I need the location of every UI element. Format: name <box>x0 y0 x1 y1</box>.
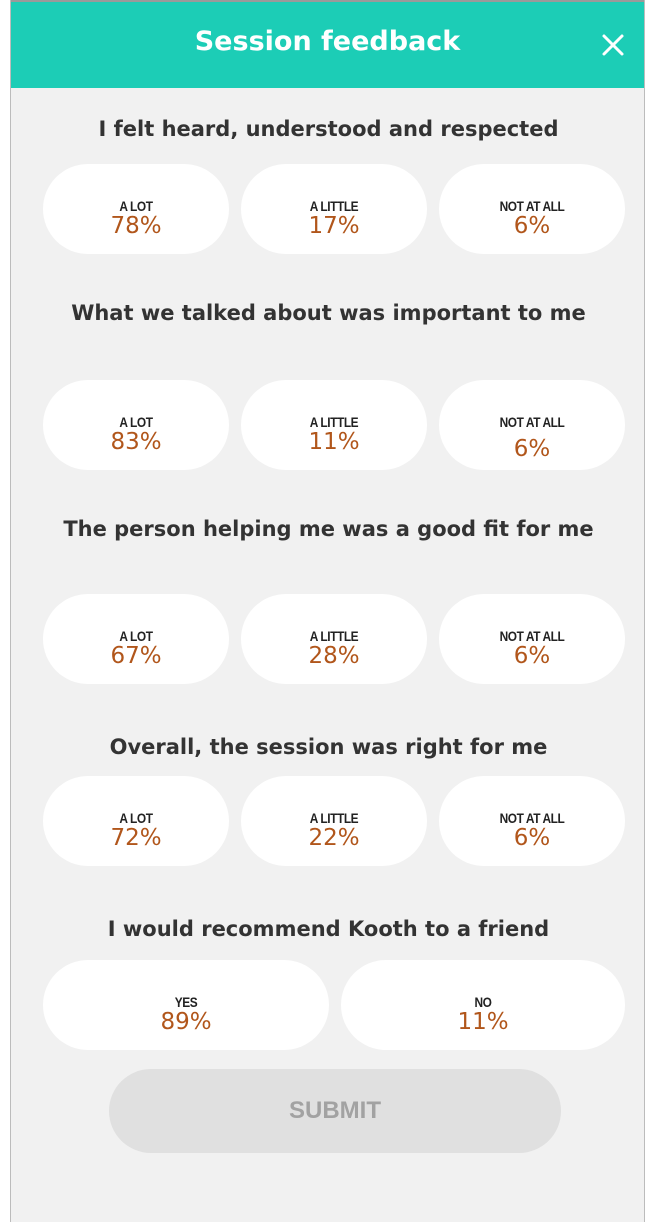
q2-option-a-little[interactable]: A LITTLE 11% <box>241 380 427 470</box>
option-label: NOT AT ALL <box>499 628 565 644</box>
question-5-text: I would recommend Kooth to a friend <box>107 917 550 941</box>
question-3-text: The person helping me was a good fit for… <box>63 517 594 541</box>
q2-option-a-lot[interactable]: A LOT 83% <box>43 380 229 470</box>
option-percent: 6% <box>513 436 551 462</box>
option-label: NOT AT ALL <box>499 414 565 430</box>
q1-option-a-little[interactable]: A LITTLE 17% <box>241 164 427 254</box>
option-percent: 78% <box>110 213 162 239</box>
q1-option-a-lot[interactable]: A LOT 78% <box>43 164 229 254</box>
option-percent: 89% <box>160 1009 212 1035</box>
option-percent: 6% <box>513 213 551 239</box>
option-percent: 6% <box>513 825 551 851</box>
option-label: NOT AT ALL <box>499 198 565 214</box>
option-label: A LITTLE <box>309 198 359 214</box>
option-percent: 83% <box>110 429 162 455</box>
q3-option-a-lot[interactable]: A LOT 67% <box>43 594 229 684</box>
q3-option-not-at-all[interactable]: NOT AT ALL 6% <box>439 594 625 684</box>
close-icon <box>602 34 624 56</box>
page-title: Session feedback <box>194 26 461 57</box>
option-percent: 11% <box>308 429 360 455</box>
option-percent: 28% <box>308 643 360 669</box>
option-label: A LOT <box>119 198 153 214</box>
q4-option-a-lot[interactable]: A LOT 72% <box>43 776 229 866</box>
option-label: A LOT <box>119 414 153 430</box>
q5-option-yes[interactable]: YES 89% <box>43 960 329 1050</box>
option-percent: 72% <box>110 825 162 851</box>
option-label: NO <box>474 994 492 1010</box>
option-label: A LITTLE <box>309 628 359 644</box>
header-bar: Session feedback <box>11 0 644 88</box>
question-1-text: I felt heard, understood and respected <box>98 117 559 141</box>
option-percent: 67% <box>110 643 162 669</box>
option-percent: 6% <box>513 643 551 669</box>
feedback-panel: Session feedback I felt heard, understoo… <box>10 0 645 1222</box>
option-percent: 11% <box>457 1009 509 1035</box>
option-percent: 17% <box>308 213 360 239</box>
q3-option-a-little[interactable]: A LITTLE 28% <box>241 594 427 684</box>
q1-option-not-at-all[interactable]: NOT AT ALL 6% <box>439 164 625 254</box>
option-percent: 22% <box>308 825 360 851</box>
option-label: A LITTLE <box>309 810 359 826</box>
option-label: A LOT <box>119 810 153 826</box>
option-label: YES <box>174 994 198 1010</box>
option-label: A LITTLE <box>309 414 359 430</box>
q4-option-a-little[interactable]: A LITTLE 22% <box>241 776 427 866</box>
submit-button[interactable]: SUBMIT <box>109 1069 561 1153</box>
q4-option-not-at-all[interactable]: NOT AT ALL 6% <box>439 776 625 866</box>
close-button[interactable] <box>596 24 630 64</box>
option-label: NOT AT ALL <box>499 810 565 826</box>
q5-option-no[interactable]: NO 11% <box>341 960 625 1050</box>
option-label: A LOT <box>119 628 153 644</box>
question-4-text: Overall, the session was right for me <box>109 735 548 759</box>
q2-option-not-at-all[interactable]: NOT AT ALL 6% <box>439 380 625 470</box>
question-2-text: What we talked about was important to me <box>71 301 586 325</box>
